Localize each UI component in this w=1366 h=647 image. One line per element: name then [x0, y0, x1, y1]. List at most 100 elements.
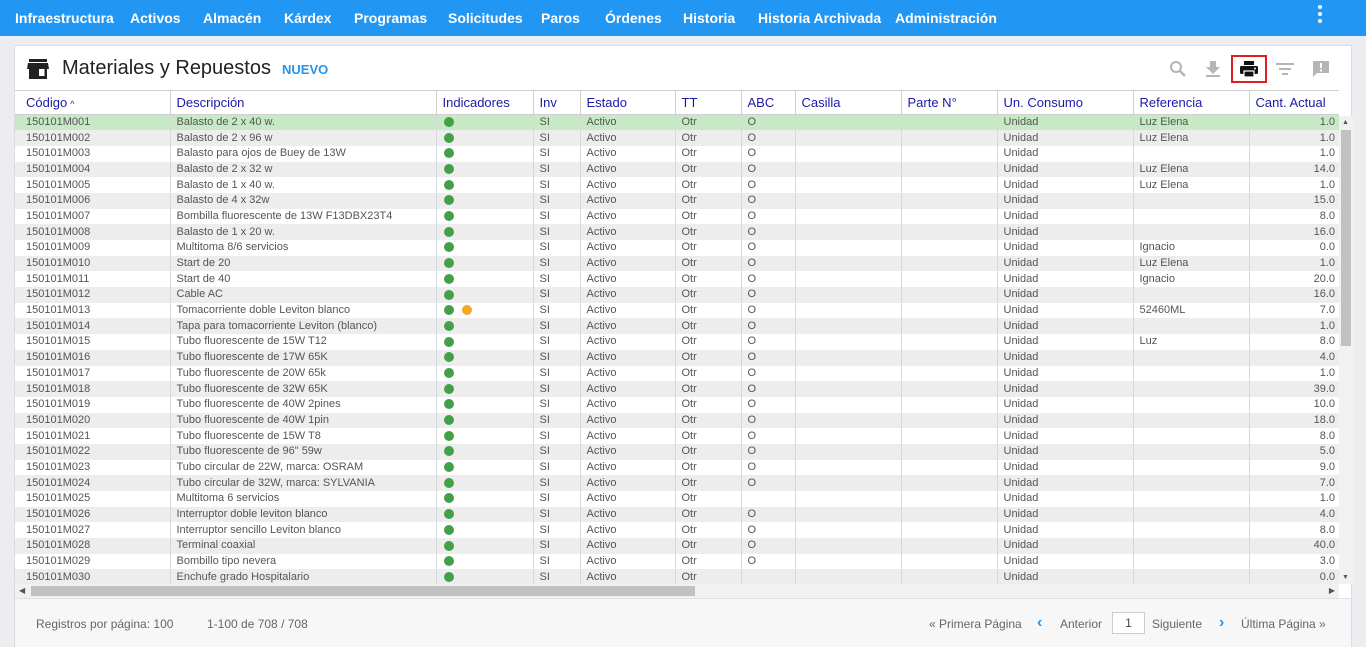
download-icon[interactable] [1195, 55, 1231, 83]
records-per-page[interactable]: Registros por página: 100 [36, 617, 173, 631]
cell-codigo: 150101M019 [15, 396, 171, 413]
search-icon[interactable] [1160, 55, 1196, 83]
horizontal-scroll-thumb[interactable] [31, 586, 695, 596]
status-dot-green: green [443, 415, 454, 425]
cell-inv: SI [533, 459, 581, 476]
nav-almacen[interactable]: Almacén [203, 0, 261, 36]
cell-abc: O [741, 412, 796, 429]
table-row[interactable]: 150101M027 Interruptor sencillo Leviton b… [15, 522, 1339, 539]
cell-tt: Otr [675, 334, 742, 350]
col-header-codigo[interactable]: Código ^ [15, 90, 171, 115]
cell-estado: Activo [580, 459, 676, 476]
col-header-un-consumo[interactable]: Un. Consumo [997, 90, 1134, 115]
vertical-scrollbar[interactable]: ▲ ▼ [1339, 116, 1353, 584]
table-row[interactable]: 150101M014 Tapa para tomacorriente Levito… [15, 318, 1339, 335]
chevron-left-icon[interactable]: ‹ [1037, 614, 1042, 632]
last-page-link[interactable]: Última Página » [1241, 617, 1326, 631]
table-row[interactable]: 150101M029Bombillo tipo nevera green SIAct… [15, 553, 1339, 570]
table-row[interactable]: 150101M020Tubo fluorescente de 40W 1pin g… [15, 412, 1339, 429]
table-row[interactable]: 150101M010Start de 20 green SIActivoOtrO Un… [15, 255, 1339, 272]
col-header-parte[interactable]: Parte N° [901, 90, 998, 115]
table-row[interactable]: 150101M026 Interruptor doble leviton blan… [15, 506, 1339, 523]
more-vert-icon[interactable] [1312, 5, 1328, 25]
vertical-scroll-thumb[interactable] [1341, 130, 1351, 346]
nav-kardex[interactable]: Kárdex [284, 0, 331, 36]
table-row[interactable]: 150101M016Tubo fluorescente de 17W 65K gr… [15, 349, 1339, 366]
first-page-link[interactable]: « Primera Página [929, 617, 1022, 631]
table-row[interactable]: 150101M006Balasto de 4 x 32w green SIActiv… [15, 192, 1339, 209]
cell-parte [901, 491, 998, 507]
page-number-input[interactable]: 1 [1112, 612, 1145, 634]
col-header-cant-actual[interactable]: Cant. Actual [1249, 90, 1339, 115]
table-row[interactable]: 150101M005Balasto de 1 x 40 w. green SIAct… [15, 177, 1339, 193]
status-dot-green: green [443, 493, 454, 504]
table-row[interactable]: 150101M009Multitoma 8/6 servicios green SI… [15, 240, 1339, 256]
records-range: 1-100 de 708 / 708 [207, 617, 308, 631]
nav-paros[interactable]: Paros [541, 0, 580, 36]
table-row[interactable]: 150101M015Tubo fluorescente de 15W T12 gr… [15, 334, 1339, 350]
table-row[interactable]: 150101M004Balasto de 2 x 32 w green SIActi… [15, 161, 1339, 178]
table-row[interactable]: 150101M017Tubo fluorescente de 20W 65k gr… [15, 365, 1339, 382]
next-page-link[interactable]: Siguiente [1152, 617, 1202, 631]
scroll-left-icon[interactable]: ◀ [19, 586, 25, 595]
cell-codigo: 150101M011 [15, 271, 171, 288]
table-row[interactable]: 150101M018Tubo fluorescente de 32W 65K gr… [15, 381, 1339, 397]
nav-historia-archivada[interactable]: Historia Archivada [758, 0, 881, 36]
scroll-down-icon[interactable]: ▼ [1342, 574, 1349, 581]
nav-infraestructura[interactable]: Infraestructura [15, 0, 114, 36]
table-row[interactable]: 150101M030Enchufe grado Hospitalario gree… [15, 569, 1339, 584]
table-row[interactable]: 150101M001Balasto de 2 x 40 w. green SIAct… [15, 114, 1339, 131]
cell-descripcion: Cable AC [170, 287, 437, 303]
cell-descripcion: Balasto de 2 x 40 w. [170, 114, 437, 131]
col-header-tt[interactable]: TT [675, 90, 742, 115]
table-row[interactable]: 150101M012Cable AC green SIActivoOtrO Unida… [15, 287, 1339, 303]
cell-descripcion: Balasto de 1 x 20 w. [170, 224, 437, 240]
table-row[interactable]: 150101M024 Tubo circular de 32W, marca: S… [15, 475, 1339, 491]
nav-programas[interactable]: Programas [354, 0, 427, 36]
cell-casilla [795, 491, 902, 507]
horizontal-scrollbar[interactable]: ◀ ▶ [15, 584, 1339, 598]
table-row[interactable]: 150101M028Terminal coaxialgreenSIActivoO… [15, 538, 1339, 554]
filter-icon[interactable] [1267, 55, 1303, 83]
nav-historia[interactable]: Historia [683, 0, 735, 36]
nav-ordenes[interactable]: Órdenes [605, 0, 662, 36]
table-row[interactable]: 150101M013 Tomacorriente doble Leviton bl… [15, 302, 1339, 319]
nav-solicitudes[interactable]: Solicitudes [448, 0, 523, 36]
col-header-referencia[interactable]: Referencia [1133, 90, 1250, 115]
table-row[interactable]: 150101M022Tubo fluorescente de 96" 59w gr… [15, 443, 1339, 460]
col-header-abc[interactable]: ABC [741, 90, 796, 115]
table-row[interactable]: 150101M007 Bombilla fluorescente de 13W F… [15, 208, 1339, 225]
chevron-right-icon[interactable]: › [1219, 614, 1224, 632]
col-header-casilla[interactable]: Casilla [795, 90, 902, 115]
nav-administracion[interactable]: Administración [895, 0, 997, 36]
new-button[interactable]: NUEVO [282, 62, 328, 77]
cell-tt: Otr [675, 412, 742, 429]
table-row[interactable]: 150101M023 Tubo circular de 22W, marca: O… [15, 459, 1339, 476]
cell-estado: Activo [580, 224, 676, 240]
table-row[interactable]: 150101M021Tubo fluorescente de 15W T8 gre… [15, 428, 1339, 444]
col-header-estado[interactable]: Estado [580, 90, 676, 115]
table-row[interactable]: 150101M008Balasto de 1 x 20 w. green SIAct… [15, 224, 1339, 240]
materials-table: Código ^ Descripción Indicadores Inv Esta… [15, 90, 1339, 584]
print-icon[interactable] [1231, 55, 1267, 83]
col-header-indicadores[interactable]: Indicadores [436, 90, 534, 115]
table-row[interactable]: 150101M019 Tubo fluorescente de 40W 2pine… [15, 396, 1339, 413]
cell-casilla [795, 130, 902, 146]
col-header-inv[interactable]: Inv [533, 90, 581, 115]
table-row[interactable]: 150101M002Balasto de 2 x 96 w green SIActi… [15, 130, 1339, 146]
cell-un-consumo: Unidad [997, 475, 1134, 491]
feedback-icon[interactable] [1303, 55, 1339, 83]
scroll-up-icon[interactable]: ▲ [1342, 119, 1349, 126]
cell-parte [901, 302, 998, 319]
table-row[interactable]: 150101M011Start de 40 green SIActivoOtrO Un… [15, 271, 1339, 288]
nav-activos[interactable]: Activos [130, 0, 181, 36]
table-row[interactable]: 150101M003 Balasto para ojos de Buey de 1… [15, 145, 1339, 162]
table-row[interactable]: 150101M025Multitoma 6 servicios green SIAc… [15, 491, 1339, 507]
scroll-right-icon[interactable]: ▶ [1329, 586, 1335, 595]
col-header-descripcion[interactable]: Descripción [170, 90, 437, 115]
cell-indicadores: green [436, 318, 534, 335]
cell-tt: Otr [675, 302, 742, 319]
cell-estado: Activo [580, 491, 676, 507]
prev-page-link[interactable]: Anterior [1060, 617, 1102, 631]
cell-descripcion: Multitoma 6 servicios [170, 491, 437, 507]
